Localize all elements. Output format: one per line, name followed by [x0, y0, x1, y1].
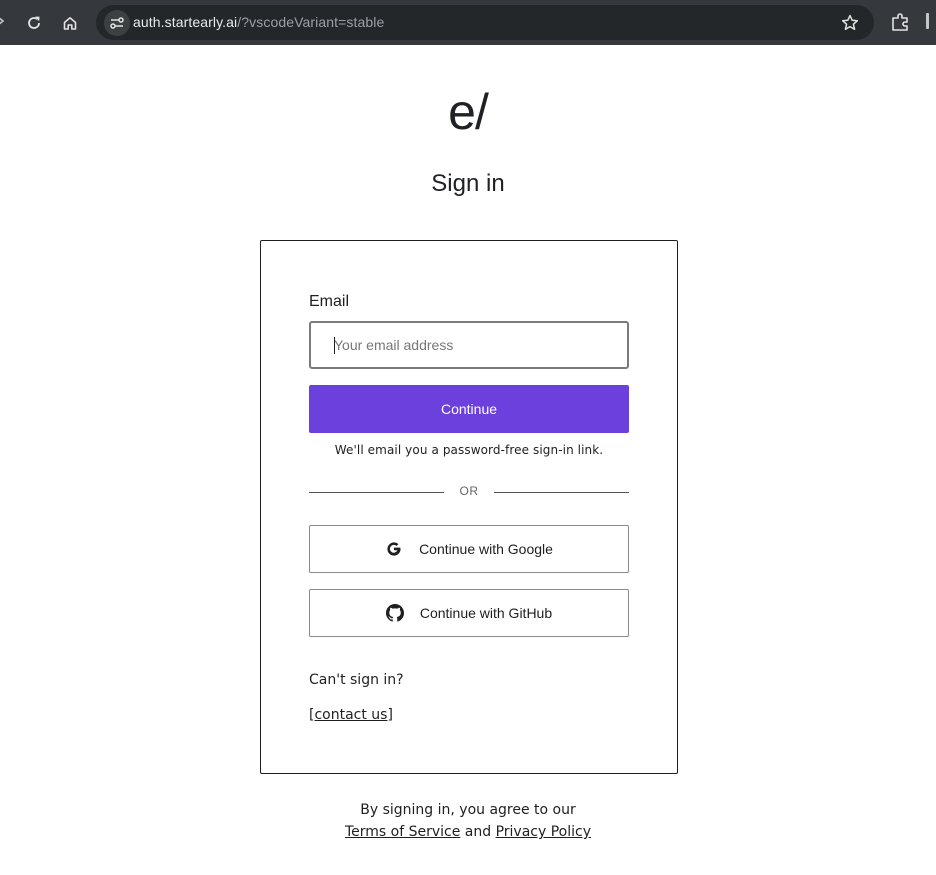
bookmark-star-icon[interactable] [840, 13, 860, 33]
privacy-policy-link[interactable]: Privacy Policy [496, 824, 591, 840]
or-divider: OR [309, 484, 629, 500]
and-text: and [464, 824, 492, 840]
browser-menu-edge[interactable] [926, 13, 929, 29]
legal-footer: By signing in, you agree to our Terms of… [0, 799, 936, 843]
address-bar[interactable]: auth.startearly.ai/?vscodeVariant=stable [96, 5, 874, 40]
contact-us-link[interactable]: [contact us] [309, 707, 393, 723]
email-label: Email [309, 293, 350, 310]
github-button-label: Continue with GitHub [419, 605, 553, 621]
github-icon [385, 604, 404, 622]
email-field[interactable] [309, 321, 629, 369]
google-sign-in-button[interactable]: Continue with Google [309, 525, 629, 573]
github-sign-in-button[interactable]: Continue with GitHub [309, 589, 629, 637]
extensions-icon[interactable] [890, 11, 912, 33]
url-host: auth.startearly.ai [133, 14, 238, 30]
home-button[interactable] [56, 9, 84, 37]
divider-text: OR [459, 484, 479, 498]
continue-button[interactable]: Continue [309, 385, 629, 433]
cant-sign-in-text: Can't sign in? [309, 672, 404, 688]
brand-logo: e/ [448, 84, 489, 140]
site-info-icon [110, 17, 124, 29]
legal-links: Terms of Service and Privacy Policy [0, 821, 936, 843]
url-path: /?vscodeVariant=stable [237, 14, 385, 30]
site-info-button[interactable] [104, 10, 130, 36]
sign-in-card: Email Continue We'll email you a passwor… [260, 240, 678, 774]
url-text[interactable]: auth.startearly.ai/?vscodeVariant=stable [133, 14, 384, 30]
browser-toolbar: auth.startearly.ai/?vscodeVariant=stable [0, 0, 936, 45]
arrow-edge-icon[interactable] [0, 15, 4, 27]
sign-in-hint: We'll email you a password-free sign-in … [334, 443, 604, 457]
text-cursor [334, 337, 335, 354]
divider-line-right [494, 492, 629, 493]
terms-of-service-link[interactable]: Terms of Service [345, 824, 460, 840]
page-title: Sign in [431, 170, 505, 197]
reload-icon [28, 16, 40, 29]
home-icon [63, 17, 77, 30]
agree-text: By signing in, you agree to our [360, 802, 576, 818]
google-icon [387, 542, 401, 556]
google-button-label: Continue with Google [419, 541, 553, 557]
reload-button[interactable] [20, 9, 48, 37]
